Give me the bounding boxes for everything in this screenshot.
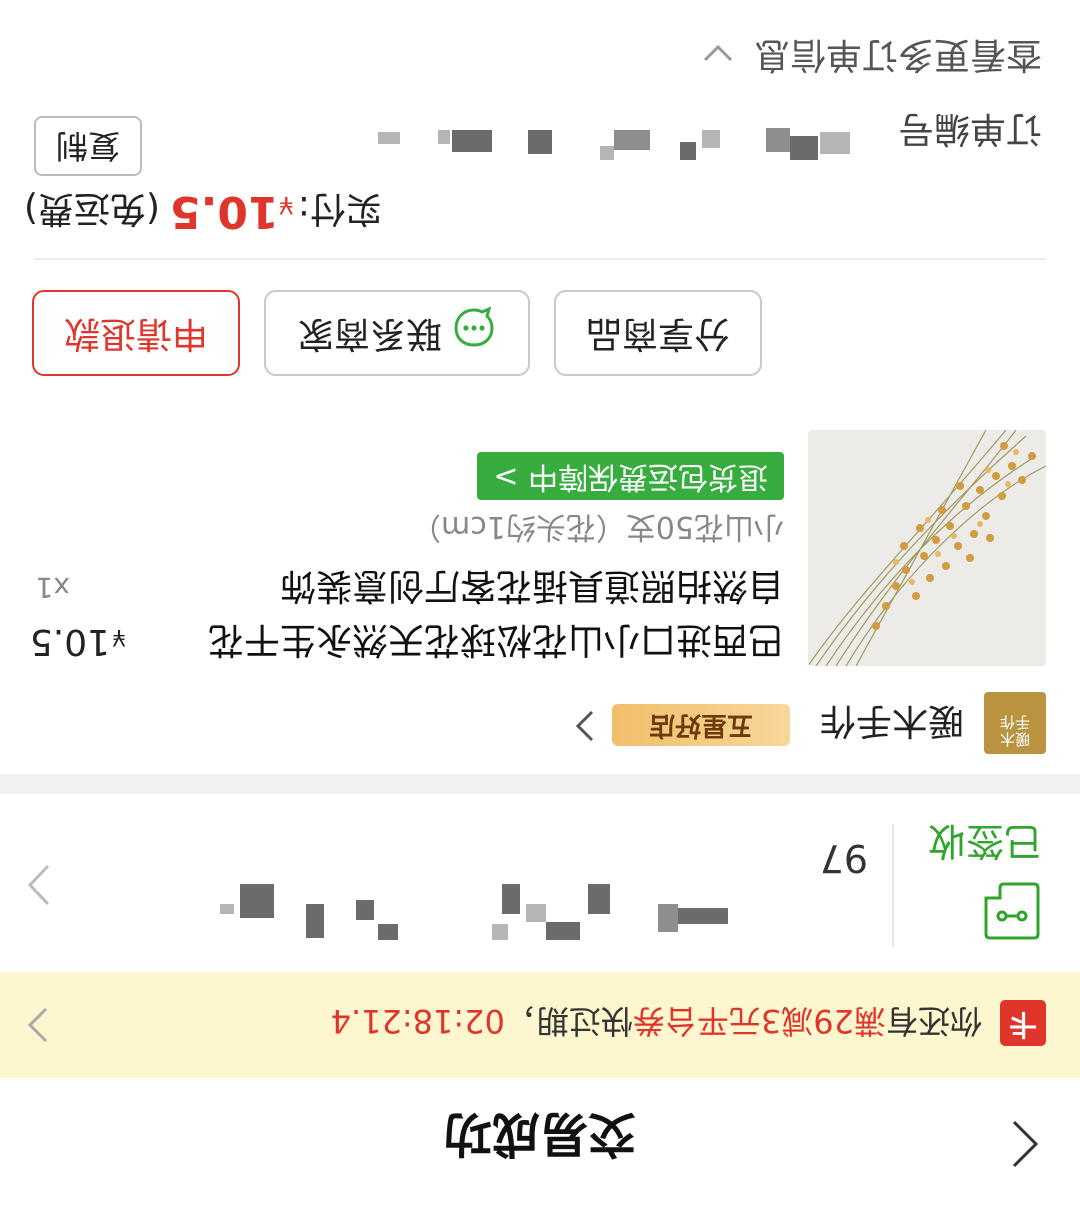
- return-shipping-guarantee-badge[interactable]: 退货包运费保障中 >: [477, 452, 784, 500]
- price-value: 10.5: [29, 621, 110, 662]
- page-title: 交易成功: [444, 1106, 637, 1162]
- view-more-order-info[interactable]: 查看更多订单信息: [701, 32, 1042, 84]
- coupon-countdown: 02:18:21.4: [330, 1002, 505, 1040]
- paid-currency: ¥: [278, 191, 294, 219]
- redacted-logistics-info: [0, 794, 1080, 972]
- shop-logo[interactable]: 暖木 手作: [984, 692, 1046, 754]
- payment-total: 实付:¥10.5(免运费): [24, 186, 382, 238]
- svg-text:手作: 手作: [1000, 714, 1030, 731]
- logistics-card[interactable]: 已签收 97: [0, 794, 1080, 972]
- paid-amount: 10.5: [170, 186, 279, 237]
- product-title[interactable]: 巴西进口小山花松球花天然永生干花自然拍照道具插花客厅创意装饰: [184, 558, 784, 666]
- copy-order-id-button[interactable]: 复制: [34, 116, 142, 176]
- chevron-right-icon: [20, 860, 60, 910]
- request-refund-button[interactable]: 申请退款: [32, 290, 240, 376]
- product-image[interactable]: [808, 430, 1046, 666]
- coupon-text-prefix: 你还有: [885, 1002, 982, 1040]
- contact-seller-label: 联系商家: [298, 313, 443, 354]
- coupon-icon: 卡: [1000, 1000, 1046, 1046]
- chat-bubble-icon: [452, 306, 496, 357]
- product-sku: 小山花50支（花头约1cm）: [411, 509, 784, 544]
- shop-rating-badge: 五星好店: [612, 704, 790, 746]
- svg-text:暖木: 暖木: [1000, 730, 1030, 748]
- contact-seller-button[interactable]: 联系商家: [264, 290, 530, 376]
- paid-label: 实付:: [297, 188, 382, 229]
- shipping-note: (免运费): [23, 188, 161, 229]
- divider: [34, 258, 1046, 260]
- chevron-down-icon: [703, 44, 732, 62]
- chevron-right-icon: [18, 1003, 58, 1047]
- order-card: 暖木 手作 暖木手作 五星好店 巴西进口小山花松球花天然永生干花自然拍照道具插花…: [0, 0, 1080, 774]
- chevron-right-icon[interactable]: [572, 706, 600, 746]
- product-price: ¥10.5: [30, 621, 126, 662]
- shop-name[interactable]: 暖木手作: [820, 698, 964, 750]
- coupon-text-highlight: 满29减3元平台券: [632, 1002, 886, 1040]
- product-quantity: x1: [35, 571, 70, 604]
- coupon-text-middle: 快过期，: [504, 1002, 633, 1040]
- coupon-expiry-banner[interactable]: 卡 你还有满29减3元平台券快过期，02:18:21.4: [0, 972, 1080, 1078]
- redacted-order-id: [350, 120, 850, 160]
- order-id-label: 订单编号: [897, 108, 1042, 149]
- share-product-button[interactable]: 分享商品: [554, 290, 762, 376]
- more-info-label: 查看更多订单信息: [753, 34, 1042, 75]
- coupon-message: 你还有满29减3元平台券快过期，02:18:21.4: [331, 1000, 982, 1046]
- header-bar: 交易成功: [0, 1078, 1080, 1210]
- price-currency: ¥: [112, 624, 126, 649]
